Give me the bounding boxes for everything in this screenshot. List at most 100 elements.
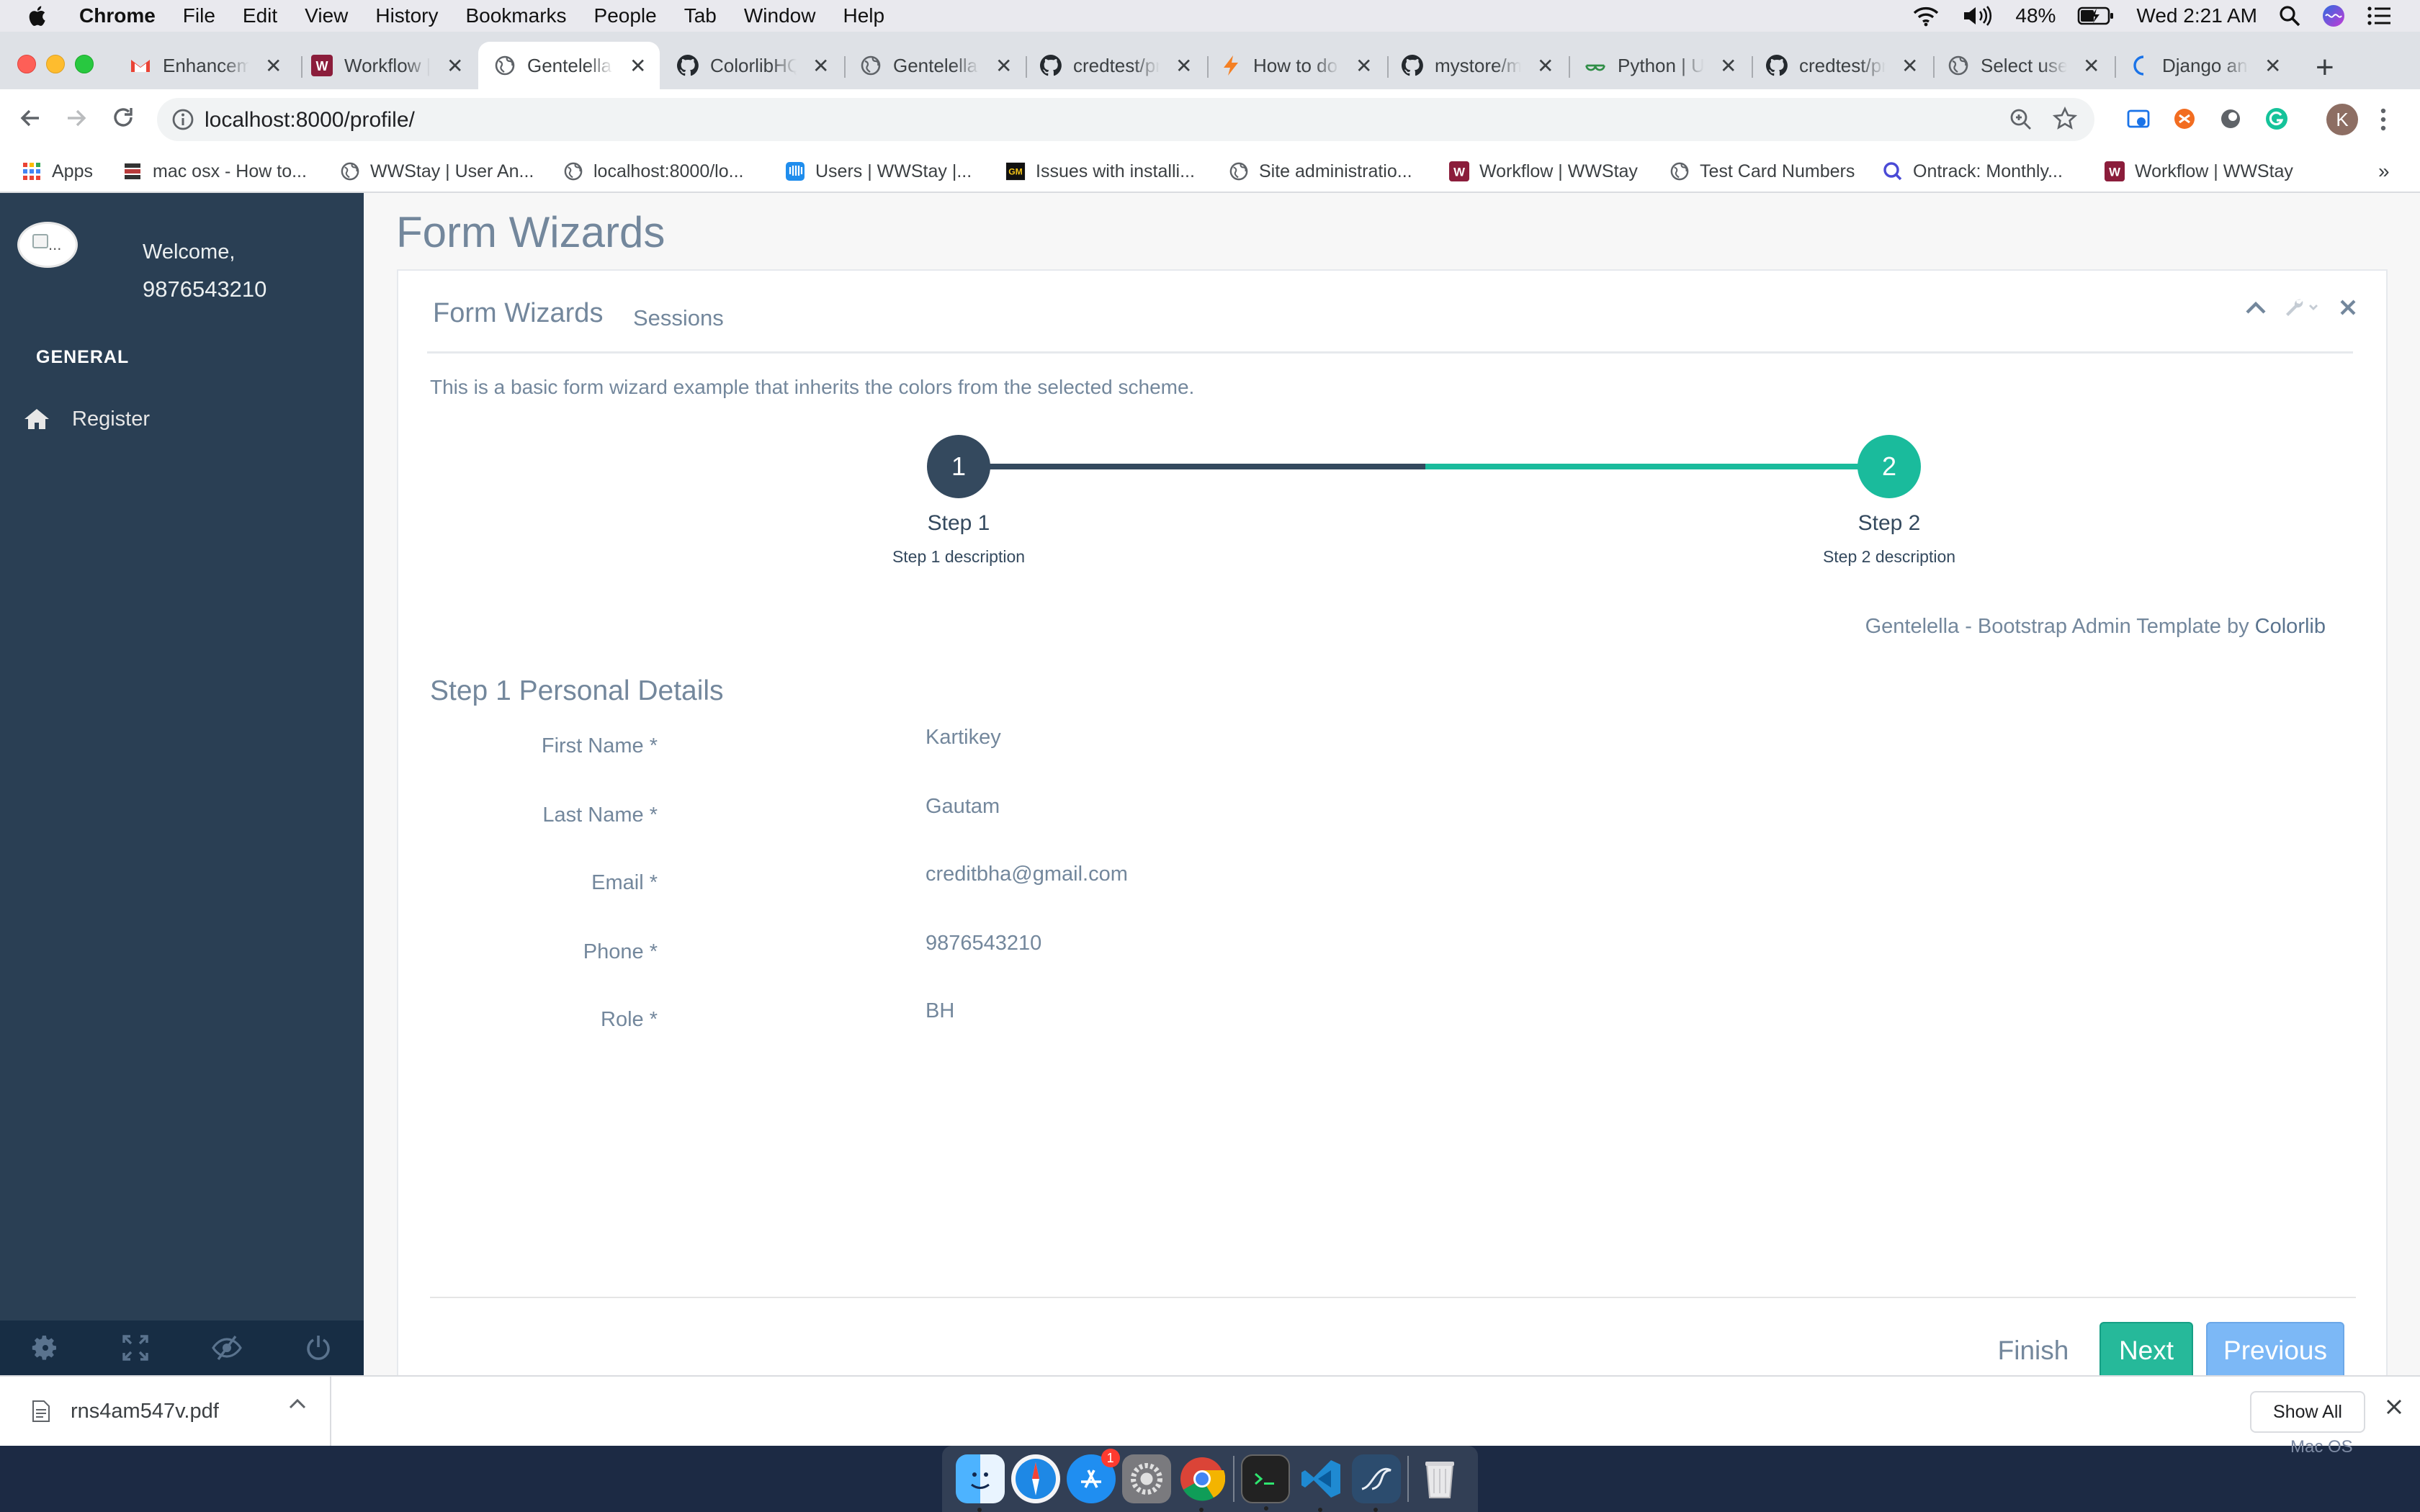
address-bar[interactable]: localhost:8000/profile/ <box>157 98 2094 141</box>
tab-django[interactable]: Django and ✕ <box>2129 42 2295 89</box>
previous-button[interactable]: Previous <box>2206 1322 2344 1375</box>
menu-view[interactable]: View <box>305 4 348 27</box>
tab-gentelella[interactable]: Gentelella Alela! ✕ <box>860 42 1026 89</box>
app-store-icon[interactable]: 1 <box>1066 1449 1120 1503</box>
close-icon[interactable]: ✕ <box>265 54 282 78</box>
extension-orange-icon[interactable] <box>2172 107 2197 131</box>
fullscreen-icon[interactable] <box>122 1334 149 1362</box>
wrench-dropdown-icon[interactable] <box>2284 297 2321 318</box>
close-icon[interactable]: ✕ <box>1720 54 1736 78</box>
apple-icon[interactable] <box>26 4 50 28</box>
bookmark-mac-osx[interactable]: mac osx - How to... <box>122 158 307 184</box>
bookmark-ontrack[interactable]: Ontrack: Monthly... <box>1883 158 2063 184</box>
site-info-icon[interactable] <box>171 108 194 131</box>
settings-gear-icon[interactable] <box>32 1334 59 1362</box>
menu-edit[interactable]: Edit <box>243 4 277 27</box>
siri-icon[interactable] <box>2322 4 2345 27</box>
grammarly-icon[interactable] <box>2264 107 2289 131</box>
close-icon[interactable]: ✕ <box>1355 54 1372 78</box>
tab-colorlibhq[interactable]: ColorlibHQ ✕ <box>677 42 843 89</box>
bookmark-workflow-wwstay-2[interactable]: W Workflow | WWStay <box>2105 158 2293 184</box>
chrome-app-icon[interactable] <box>1178 1454 1227 1512</box>
bookmark-site-admin[interactable]: Site administratio... <box>1229 158 1412 184</box>
tab-python[interactable]: Python | Update ✕ <box>1585 42 1750 89</box>
close-icon[interactable]: ✕ <box>447 54 463 78</box>
tab-gentelella-active[interactable]: Gentelella Alela! ✕ <box>478 42 660 89</box>
address-url[interactable]: localhost:8000/profile/ <box>205 108 415 132</box>
window-minimize-button[interactable] <box>46 55 65 73</box>
bookmark-star-icon[interactable] <box>2053 107 2077 131</box>
menubar-clock[interactable]: Wed 2:21 AM <box>2136 4 2257 27</box>
volume-icon[interactable] <box>1962 5 1994 27</box>
role-value[interactable]: BH <box>926 999 954 1023</box>
finish-button[interactable]: Finish <box>1983 1322 2084 1375</box>
wifi-icon[interactable] <box>1912 5 1940 27</box>
extension-screenshot-icon[interactable] <box>2126 107 2151 131</box>
close-icon[interactable]: ✕ <box>1537 54 1554 78</box>
bookmark-workflow-wwstay[interactable]: W Workflow | WWStay <box>1449 158 1638 184</box>
next-button[interactable]: Next <box>2099 1322 2193 1375</box>
tab-workflow-wwstay[interactable]: W Workflow | WWStay ✕ <box>311 42 477 89</box>
notification-center-icon[interactable] <box>2367 6 2391 26</box>
colorlib-link[interactable]: Colorlib <box>2255 615 2326 638</box>
tab-select-user[interactable]: Select user ✕ <box>1948 42 2113 89</box>
last-name-value[interactable]: Gautam <box>926 795 1000 819</box>
bookmark-issues[interactable]: GM Issues with installi... <box>1005 158 1195 184</box>
close-icon[interactable] <box>2384 1397 2404 1417</box>
step-1-circle[interactable]: 1 <box>927 435 990 498</box>
mysql-workbench-icon[interactable] <box>1352 1454 1402 1512</box>
tab-how-to-do[interactable]: How to do ✕ <box>1220 42 1386 89</box>
close-icon[interactable]: ✕ <box>2264 54 2281 78</box>
terminal-icon[interactable] <box>1241 1454 1290 1511</box>
finder-icon[interactable] <box>955 1454 1005 1512</box>
menu-chrome[interactable]: Chrome <box>79 4 156 27</box>
bookmark-test-cards[interactable]: Test Card Numbers <box>1670 158 1855 184</box>
bookmark-localhost[interactable]: localhost:8000/lo... <box>563 158 743 184</box>
profile-avatar[interactable]: K <box>2326 104 2358 135</box>
forward-arrow-icon[interactable] <box>63 105 89 131</box>
bookmarks-overflow-button[interactable]: » <box>2378 158 2390 184</box>
close-icon[interactable]: ✕ <box>812 54 829 78</box>
menu-help[interactable]: Help <box>843 4 884 27</box>
eye-slash-icon[interactable] <box>212 1335 242 1361</box>
extension-gray-circle-icon[interactable] <box>2218 107 2243 131</box>
menu-people[interactable]: People <box>594 4 657 27</box>
power-off-icon[interactable] <box>305 1334 332 1362</box>
bookmark-users-wwstay[interactable]: Users | WWStay |... <box>785 158 972 184</box>
window-close-button[interactable] <box>17 55 36 73</box>
download-item[interactable]: rns4am547v.pdf <box>0 1377 331 1446</box>
step-2-circle[interactable]: 2 <box>1857 435 1921 498</box>
new-tab-button[interactable]: + <box>2316 52 2334 84</box>
vscode-icon[interactable] <box>1296 1454 1345 1512</box>
tab-credtest-2[interactable]: credtest/profile ✕ <box>1766 42 1932 89</box>
window-zoom-button[interactable] <box>75 55 94 73</box>
phone-value[interactable]: 9876543210 <box>926 932 1041 955</box>
menu-file[interactable]: File <box>183 4 215 27</box>
chrome-menu-icon[interactable] <box>2378 107 2388 132</box>
first-name-value[interactable]: Kartikey <box>926 726 1001 750</box>
spotlight-search-icon[interactable] <box>2279 5 2300 27</box>
reload-icon[interactable] <box>111 105 135 130</box>
tab-mystore[interactable]: mystore/main ✕ <box>1402 42 1567 89</box>
trash-icon[interactable] <box>1415 1454 1464 1503</box>
close-icon[interactable]: ✕ <box>629 54 646 78</box>
bookmark-wwstay-user[interactable]: WWStay | User An... <box>340 158 534 184</box>
close-icon[interactable] <box>2339 298 2357 317</box>
bookmark-apps[interactable]: Apps <box>22 158 93 184</box>
system-preferences-icon[interactable] <box>1121 1454 1171 1503</box>
menu-bookmarks[interactable]: Bookmarks <box>465 4 566 27</box>
menu-tab[interactable]: Tab <box>684 4 717 27</box>
chevron-up-icon[interactable] <box>288 1397 307 1411</box>
close-icon[interactable]: ✕ <box>2083 54 2099 78</box>
zoom-icon[interactable] <box>2009 108 2033 131</box>
back-arrow-icon[interactable] <box>17 105 43 131</box>
tab-gmail[interactable]: Enhancement ✕ <box>130 42 295 89</box>
battery-charging-icon[interactable] <box>2077 6 2115 26</box>
close-icon[interactable]: ✕ <box>1901 54 1918 78</box>
sidebar-item-register[interactable]: Register <box>0 397 364 441</box>
close-icon[interactable]: ✕ <box>995 54 1012 78</box>
show-all-downloads-button[interactable]: Show All <box>2250 1391 2365 1433</box>
email-value[interactable]: creditbha@gmail.com <box>926 863 1128 886</box>
menu-history[interactable]: History <box>375 4 438 27</box>
menu-window[interactable]: Window <box>744 4 816 27</box>
